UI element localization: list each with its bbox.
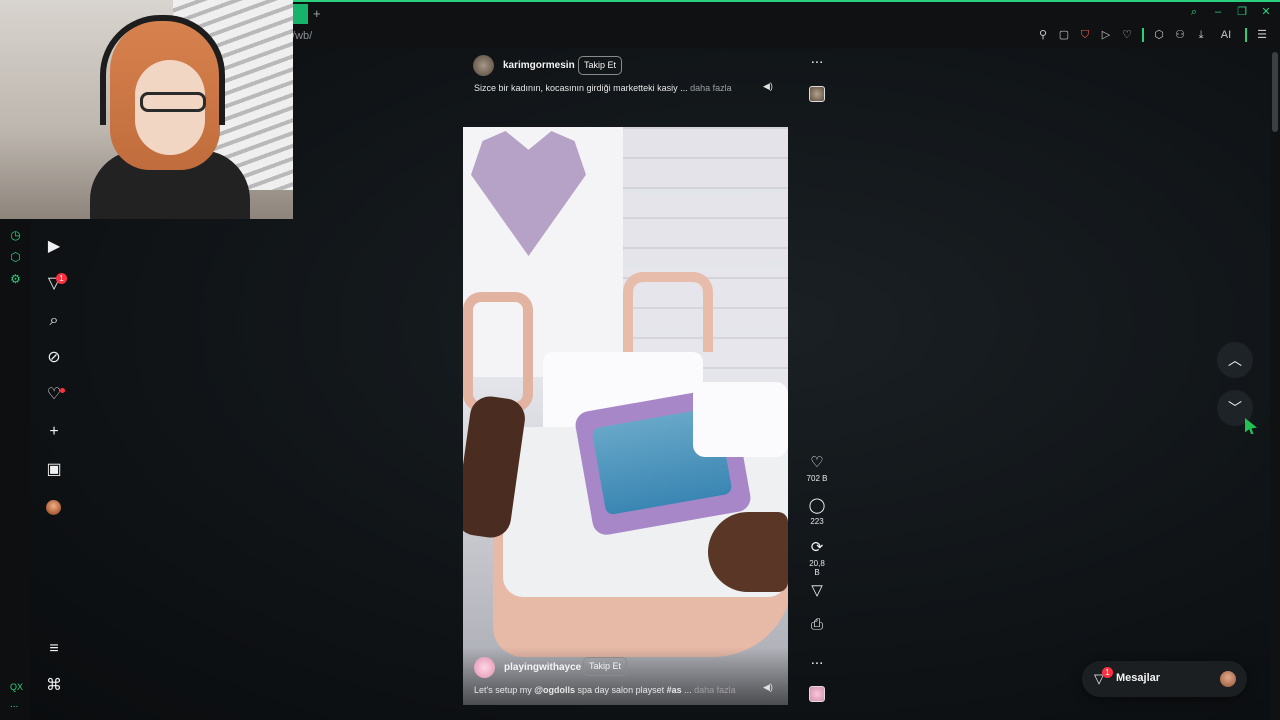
video-footer-gradient — [463, 647, 788, 705]
user-avatar-main[interactable] — [474, 657, 495, 678]
comment-button[interactable]: ◯ 223 — [806, 497, 828, 526]
more-icon-main: ... — [810, 651, 824, 668]
mouse-cursor — [1245, 418, 1257, 434]
follow-button[interactable]: Takip Et — [578, 56, 623, 75]
reel-video[interactable] — [463, 127, 788, 705]
more-icon: ... — [810, 50, 824, 67]
close-icon[interactable]: ✕ — [1260, 6, 1272, 18]
hamburger-icon[interactable]: ≡ — [44, 639, 64, 659]
ai-icon[interactable]: AI — [1216, 29, 1236, 41]
toolbar-divider-2 — [1245, 28, 1247, 42]
meta-icon[interactable]: ⌘ — [44, 676, 64, 696]
username-main[interactable]: playingwithayce — [504, 662, 581, 673]
footrest — [693, 382, 788, 457]
webcam-overlay — [0, 0, 293, 219]
hand-right — [708, 512, 788, 592]
dashboard-icon[interactable]: ▣ — [44, 460, 64, 480]
caption-hashtag[interactable]: #as — [667, 685, 682, 695]
side-armrest — [463, 292, 533, 412]
caption-text: Sizce bir kadının, kocasının girdiği mar… — [474, 83, 688, 93]
audio-thumbnail-main[interactable] — [809, 686, 825, 702]
app-left-nav: ▶ ▽ 1 ⌕ ⊘ ♡ + ▣ ≡ ⌘ — [30, 219, 78, 720]
download-icon[interactable]: ⤓ — [1195, 29, 1207, 41]
messages-button[interactable]: ▽ 1 Mesajlar — [1082, 661, 1247, 697]
qx-label[interactable]: QX — [10, 682, 23, 692]
app-root: + /wb/ ⌕ – ❐ ✕ ⚲ ▢ ⛉ ▷ ♡ ⬡ ⚇ ⤓ AI ☰ ◷ ⬡ … — [0, 0, 1280, 720]
ai-label: AI — [1220, 29, 1232, 41]
like-button[interactable]: ♡ 702 B — [806, 454, 828, 483]
new-tab-button[interactable]: + — [313, 6, 321, 21]
audio-thumbnail-top[interactable] — [809, 86, 825, 102]
send-icon: ▽ — [811, 582, 823, 599]
caption-mention[interactable]: @ogdolls — [534, 685, 575, 695]
search-icon[interactable]: ⌕ — [1188, 6, 1200, 18]
extensions-rail-icon[interactable]: ⬡ — [9, 251, 22, 264]
more-link-main[interactable]: daha fazla — [694, 685, 736, 695]
minimize-icon[interactable]: – — [1212, 6, 1224, 18]
volume-icon[interactable]: ◀) — [763, 81, 775, 93]
repost-count: 20,8 B — [809, 559, 825, 577]
settings-icon[interactable]: ⚙ — [9, 273, 22, 286]
address-bar-text[interactable]: /wb/ — [292, 30, 312, 42]
chevron-down-icon: ﹀ — [1228, 400, 1242, 416]
chevron-up-icon: ︿ — [1228, 352, 1242, 368]
pin-icon[interactable]: ⚲ — [1037, 29, 1049, 41]
caption-ellipsis: ... — [681, 685, 692, 695]
save-button[interactable]: ⎙ — [806, 616, 828, 634]
toolbar-divider — [1142, 28, 1144, 42]
profile-icon[interactable]: ⚇ — [1174, 29, 1186, 41]
repost-button[interactable]: ⟳ 20,8 B — [806, 539, 828, 577]
more-options-button[interactable]: ... — [806, 651, 828, 669]
share-button[interactable]: ▽ — [806, 582, 828, 600]
shield-icon[interactable]: ⛉ — [1079, 29, 1091, 41]
notification-dot — [60, 388, 65, 393]
volume-icon-main[interactable]: ◀) — [763, 682, 775, 694]
screenshot-icon[interactable]: ▢ — [1058, 29, 1070, 41]
follow-button-main[interactable]: Takip Et — [583, 657, 628, 676]
caption-prefix: Let's setup my — [474, 685, 535, 695]
like-count: 702 B — [806, 474, 828, 483]
more-link[interactable]: daha fazla — [690, 83, 732, 93]
scrollbar-thumb[interactable] — [1272, 52, 1278, 132]
browser-sidebar: ◷ ⬡ ⚙ QX ... — [0, 219, 30, 720]
search-icon[interactable]: ⌕ — [44, 311, 64, 331]
chair-armrest — [623, 272, 713, 352]
bookmark-icon: ⎙ — [810, 616, 823, 633]
menu-icon[interactable]: ☰ — [1256, 29, 1268, 41]
comment-count: 223 — [810, 517, 824, 526]
window-controls: ⌕ – ❐ ✕ — [1188, 6, 1272, 18]
streamer-headset — [100, 15, 225, 125]
direct-badge: 1 — [56, 273, 67, 284]
post-caption-main: Let's setup my @ogdolls spa day salon pl… — [474, 685, 736, 695]
username[interactable]: karimgormesin — [503, 60, 575, 71]
comment-icon: ◯ — [808, 497, 826, 514]
history-icon[interactable]: ◷ — [9, 229, 22, 242]
extensions-icon[interactable]: ⬡ — [1153, 29, 1165, 41]
messages-badge: 1 — [1102, 667, 1113, 678]
explore-icon[interactable]: ⊘ — [44, 348, 64, 368]
caption-middle: spa day salon playset — [575, 685, 667, 695]
profile-avatar[interactable] — [46, 500, 61, 515]
previous-post-header: karimgormesin Takip Et Sizce bir kadının… — [463, 50, 788, 104]
heart-icon: ♡ — [810, 454, 824, 471]
rail-more-icon[interactable]: ... — [10, 699, 18, 710]
post-caption: Sizce bir kadının, kocasının girdiği mar… — [474, 83, 732, 93]
restore-icon[interactable]: ❐ — [1236, 6, 1248, 18]
messages-label: Mesajlar — [1116, 672, 1161, 684]
active-tab[interactable] — [293, 4, 308, 24]
create-icon[interactable]: + — [44, 422, 64, 442]
top-more-button[interactable]: ... — [806, 50, 828, 68]
scrollbar-track[interactable] — [1270, 48, 1280, 720]
repost-icon: ⟳ — [810, 539, 824, 556]
reels-icon[interactable]: ▶ — [44, 237, 64, 257]
messages-avatar — [1220, 671, 1236, 687]
heart-icon[interactable]: ♡ — [1121, 29, 1133, 41]
play-icon[interactable]: ▷ — [1100, 29, 1112, 41]
user-avatar[interactable] — [473, 55, 494, 76]
browser-toolbar: ⚲ ▢ ⛉ ▷ ♡ ⬡ ⚇ ⤓ AI ☰ — [1037, 28, 1268, 42]
previous-reel-button[interactable]: ︿ — [1217, 342, 1253, 378]
